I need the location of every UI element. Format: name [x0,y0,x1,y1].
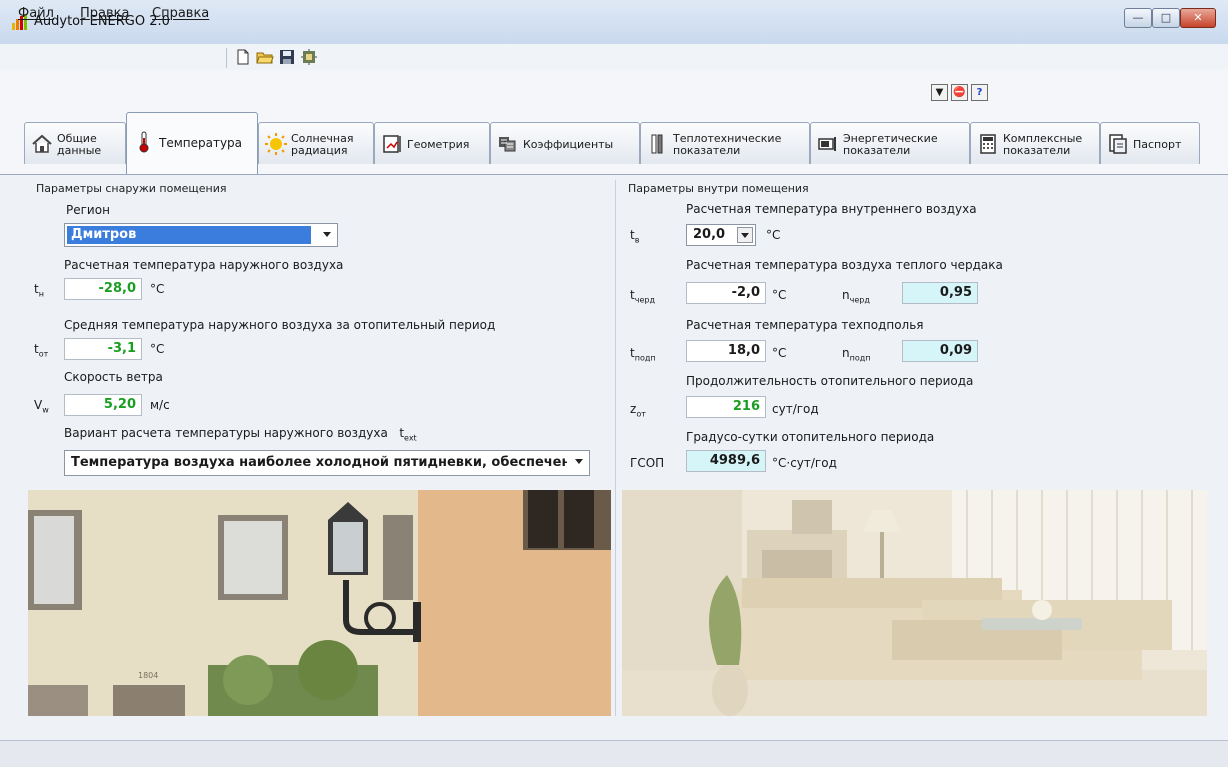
tab-label: Температура [159,136,243,150]
gsop-field[interactable]: 4989,6 [686,450,766,472]
menu-file[interactable]: Файл [18,6,54,21]
thermometer-icon [139,131,149,153]
minimize-button[interactable]: — [1124,8,1152,28]
tab-label: Солнечная радиация [291,132,354,157]
gsop-symbol: ГСОП [630,456,665,470]
gsop-unit: °C·сут/год [772,456,837,470]
t-design-symbol: tн [34,282,44,299]
help-icon[interactable]: ? [971,84,988,101]
content-bottom [0,716,1228,740]
t-attic-label: Расчетная температура воздуха теплого че… [686,258,1003,272]
wind-unit: м/с [150,398,170,412]
t-int-value: 20,0 [693,227,726,242]
region-selected: Дмитров [67,226,311,244]
menu-edit[interactable]: Правка [80,6,129,21]
t-under-field[interactable]: 18,0 [686,340,766,362]
region-combobox[interactable]: Дмитров [64,223,338,247]
tab-thermal-indicators[interactable]: Теплотехнические показатели [640,122,810,164]
menu-help[interactable]: Справка [152,6,209,21]
thermal-icon [651,134,663,154]
save-icon[interactable] [278,48,296,66]
t-under-label: Расчетная температура техподполья [686,318,924,332]
t-attic-unit: °C [772,288,787,302]
t-avg-unit: °C [150,342,165,356]
status-bar [0,740,1228,767]
wind-symbol: Vw [34,398,49,415]
tab-energy-indicators[interactable]: Энергетические показатели [810,122,970,164]
calculator-icon [980,134,996,154]
t-design-field[interactable]: -28,0 [64,278,142,300]
n-attic-field[interactable]: 0,95 [902,282,978,304]
close-button[interactable]: ✕ [1180,8,1216,28]
maximize-button[interactable]: □ [1152,8,1180,28]
tab-complex-indicators[interactable]: Комплексные показатели [970,122,1100,164]
t-design-unit: °C [150,282,165,296]
building-date: 1804 [138,671,158,680]
passport-icon [1109,134,1127,154]
outside-group-title: Параметры снаружи помещения [36,182,227,195]
variant-combobox[interactable]: Температура воздуха наиболее холодной пя… [64,450,590,476]
living-room-photo [622,490,1207,716]
t-int-label: Расчетная температура внутреннего воздух… [686,202,977,216]
tab-label: Энергетические показатели [843,132,938,157]
tab-coefficients[interactable]: Коэффициенты [490,122,640,164]
geometry-icon [383,135,401,153]
chevron-down-icon [323,232,331,237]
tab-label: Паспорт [1133,138,1182,151]
tab-label: Геометрия [407,138,470,151]
t-int-combobox[interactable]: 20,0 [686,224,756,246]
outdoor-photo: 1804 [28,490,611,716]
t-int-unit: °C [766,228,781,242]
region-label: Регион [66,203,110,217]
tab-geometry[interactable]: Геометрия [374,122,490,164]
tab-label: Комплексные показатели [1003,132,1083,157]
stop-icon[interactable]: ⛔ [951,84,968,101]
tab-general-data[interactable]: Общие данные [24,122,126,164]
t-attic-symbol: tчерд [630,288,655,305]
tab-label: Общие данные [57,132,102,157]
t-avg-label: Средняя температура наружного воздуха за… [64,318,496,332]
wind-label: Скорость ветра [64,370,163,384]
chevron-down-icon [575,459,583,464]
tab-label: Коэффициенты [523,138,614,151]
gsop-label: Градусо-сутки отопительного периода [686,430,935,444]
n-under-symbol: nподп [842,346,871,363]
tab-passport[interactable]: Паспорт [1100,122,1200,164]
menu-separator [226,48,227,68]
menu-bar [0,44,1228,71]
coefficients-icon [499,137,516,152]
period-field[interactable]: 216 [686,396,766,418]
chevron-down-icon [741,233,749,238]
tab-label: Теплотехнические показатели [673,132,782,157]
period-label: Продолжительность отопительного периода [686,374,974,388]
n-under-field[interactable]: 0,09 [902,340,978,362]
n-attic-symbol: nчерд [842,288,870,305]
t-avg-symbol: tот [34,342,49,359]
tab-solar-radiation[interactable]: Солнечная радиация [258,122,374,164]
tools-row [0,70,1228,114]
tab-temperature[interactable]: Температура [126,112,258,174]
variant-label: Вариант расчета температуры наружного во… [64,426,417,443]
open-folder-icon[interactable] [256,48,274,66]
t-avg-field[interactable]: -3,1 [64,338,142,360]
t-under-unit: °C [772,346,787,360]
t-int-symbol: tв [630,228,640,245]
energy-icon [818,137,836,151]
dropdown-icon[interactable]: ▼ [931,84,948,101]
wind-field[interactable]: 5,20 [64,394,142,416]
inside-group-title: Параметры внутри помещения [628,182,809,195]
variant-selected: Температура воздуха наиболее холодной пя… [71,455,567,470]
sun-icon [265,133,287,155]
new-file-icon[interactable] [234,48,252,66]
period-symbol: zот [630,402,646,419]
settings-icon[interactable] [300,48,318,66]
dropdown-button[interactable] [737,227,753,243]
home-icon [32,134,52,153]
period-unit: сут/год [772,402,819,416]
t-under-symbol: tподп [630,346,656,363]
t-attic-field[interactable]: -2,0 [686,282,766,304]
t-design-label: Расчетная температура наружного воздуха [64,258,344,272]
panel-divider [615,180,616,716]
